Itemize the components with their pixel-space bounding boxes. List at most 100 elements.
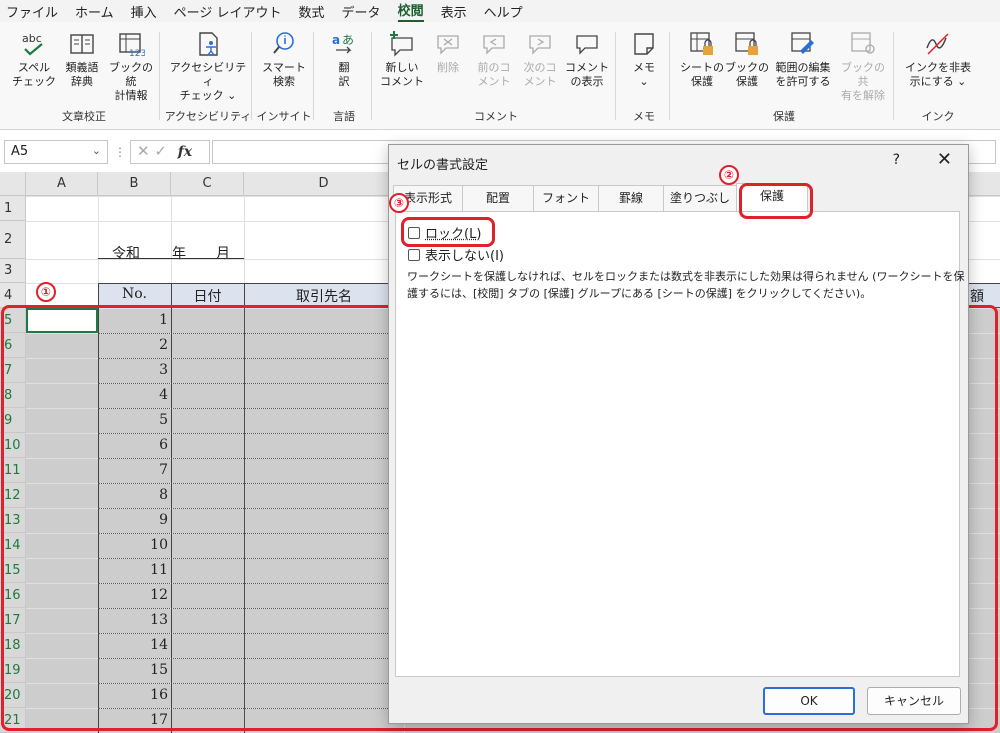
menu-insert[interactable]: 挿入 (131, 2, 157, 21)
new-comment-button[interactable]: 新しい コメント (380, 30, 424, 89)
menu-help[interactable]: ヘルプ (484, 2, 523, 21)
accessibility-icon (199, 32, 218, 56)
group-separator (251, 32, 252, 120)
menu-data[interactable]: データ (342, 2, 381, 21)
group-label-ink: インク (921, 110, 955, 123)
tab-alignment[interactable]: 配置 (462, 185, 534, 211)
tab-fill[interactable]: 塗りつぶし (663, 185, 737, 211)
close-icon[interactable]: ✕ (937, 149, 952, 170)
note-icon (634, 33, 654, 55)
ribbon-group-notes: メモ ⌄ メモ (618, 26, 670, 126)
translate-button[interactable]: aあ 翻 訳 (322, 30, 366, 89)
menu-view[interactable]: 表示 (441, 2, 467, 21)
annotation-badge-3: ③ (389, 193, 409, 213)
confirm-entry-icon[interactable]: ✓ (154, 142, 167, 160)
hide-ink-icon (926, 33, 949, 55)
column-header-a[interactable]: A (26, 172, 98, 196)
protect-workbook-button[interactable]: ブックの 保護 (724, 30, 770, 89)
row-header-3[interactable]: 3 (0, 259, 26, 283)
annotation-badge-1: ① (36, 282, 56, 302)
title-reiwa: 令和 (112, 246, 140, 262)
spellcheck-button[interactable]: abc スペル チェック (12, 30, 56, 89)
menu-review[interactable]: 校閲 (397, 0, 424, 22)
dialog-title: セルの書式設定 (397, 158, 489, 173)
unshare-workbook-icon (851, 32, 875, 54)
abc-spellcheck-icon: abc (22, 32, 43, 56)
thesaurus-button[interactable]: 類義語 辞典 (60, 30, 104, 89)
name-box[interactable]: A5 ⌄ (4, 140, 108, 164)
group-label-language: 言語 (333, 110, 355, 123)
menu-home[interactable]: ホーム (75, 2, 114, 21)
column-header-c[interactable]: C (171, 172, 244, 196)
show-comments-button[interactable]: コメント の表示 (562, 30, 612, 89)
chevron-down-icon[interactable]: ⌄ (92, 144, 101, 157)
group-separator (893, 32, 894, 120)
group-label-protect: 保護 (773, 110, 795, 123)
allow-edit-ranges-button[interactable]: 範囲の編集 を許可する (770, 30, 836, 89)
ribbon-group-language: aあ 翻 訳 言語 (316, 26, 372, 126)
annotation-lock-outline (401, 217, 495, 247)
group-label-insights: インサイト (256, 110, 312, 123)
ribbon-group-comments: 新しい コメント 削除 前のコ メント 次のコ メント コメント の表示 コメン… (376, 26, 616, 126)
select-all-corner[interactable] (0, 172, 26, 196)
thesaurus-book-icon (70, 34, 94, 54)
group-label-notes: メモ (633, 110, 655, 123)
ribbon-group-accessibility: アクセシビリティ チェック ⌄ アクセシビリティ (164, 26, 252, 126)
hidden-label[interactable]: 表示しない(I) (425, 245, 504, 264)
unshare-workbook-button[interactable]: ブックの共 有を解除 (836, 30, 890, 103)
next-comment-button[interactable]: 次のコ メント (518, 30, 562, 89)
notes-button[interactable]: メモ ⌄ (622, 30, 666, 89)
tab-font[interactable]: フォント (533, 185, 599, 211)
name-box-value: A5 (11, 144, 29, 159)
formula-bar-grip-icon[interactable]: ⋮ (114, 145, 126, 159)
smart-lookup-button[interactable]: スマート 検索 (258, 30, 310, 89)
hidden-checkbox[interactable] (408, 249, 420, 261)
cancel-button[interactable]: キャンセル (867, 687, 961, 715)
allow-edit-ranges-icon (791, 32, 814, 54)
show-comments-icon (576, 35, 598, 55)
ribbon: abc スペル チェック 類義語 辞典 123 ブックの統 計情報 文章校正 ア… (0, 22, 1000, 130)
protect-sheet-icon (690, 32, 713, 55)
row-header-2[interactable]: 2 (0, 221, 26, 259)
workbook-statistics-button[interactable]: 123 ブックの統 計情報 (106, 30, 156, 103)
image-artifact (621, 398, 647, 403)
ribbon-group-protect: シートの 保護 ブックの 保護 範囲の編集 を許可する ブックの共 有を解除 保… (674, 26, 894, 126)
menu-file[interactable]: ファイル (6, 2, 58, 21)
cancel-entry-icon[interactable]: ✕ (137, 142, 150, 160)
svg-text:あ: あ (342, 33, 354, 47)
previous-comment-button[interactable]: 前のコ メント (472, 30, 516, 89)
accessibility-check-button[interactable]: アクセシビリティ チェック ⌄ (166, 30, 250, 103)
menu-formulas[interactable]: 数式 (299, 2, 325, 21)
svg-text:abc: abc (22, 32, 42, 45)
new-comment-icon (390, 31, 413, 57)
protect-sheet-button[interactable]: シートの 保護 (676, 30, 728, 89)
annotation-protection-tab-outline (739, 183, 813, 219)
column-header-b[interactable]: B (98, 172, 171, 196)
tab-border[interactable]: 罫線 (598, 185, 664, 211)
delete-comment-button[interactable]: 削除 (426, 30, 470, 75)
menu-bar: ファイル ホーム 挿入 ページ レイアウト 数式 データ 校閲 表示 ヘルプ (0, 0, 1000, 22)
ok-button[interactable]: OK (763, 687, 855, 715)
group-separator (371, 32, 372, 120)
insert-function-icon[interactable]: fx (178, 144, 192, 160)
group-label-accessibility: アクセシビリティ (164, 110, 252, 123)
group-separator (159, 32, 160, 120)
column-header-d[interactable]: D (244, 172, 404, 196)
title-underline (98, 258, 244, 259)
group-separator (669, 32, 670, 120)
formula-buttons: ✕ ✓ fx (130, 140, 210, 164)
title-year: 年 (172, 246, 186, 262)
help-icon[interactable]: ? (893, 152, 900, 168)
protect-workbook-icon (735, 32, 758, 55)
row-header-1[interactable]: 1 (0, 196, 26, 221)
ribbon-group-ink: インクを非表 示にする ⌄ インク (898, 26, 978, 126)
format-cells-dialog: セルの書式設定 ? ✕ 表示形式 配置 フォント 罫線 塗りつぶし 保護 ロック… (388, 144, 969, 724)
ribbon-group-proofing: abc スペル チェック 類義語 辞典 123 ブックの統 計情報 文章校正 (8, 26, 160, 126)
group-separator (615, 32, 616, 120)
image-artifact (787, 301, 927, 306)
translate-icon: aあ (332, 33, 354, 54)
protection-description: ワークシートを保護しなければ、セルをロックまたは数式を非表示にした効果は得られま… (407, 270, 965, 300)
hide-ink-button[interactable]: インクを非表 示にする ⌄ (902, 30, 974, 89)
menu-page-layout[interactable]: ページ レイアウト (174, 2, 282, 21)
next-comment-icon (529, 35, 551, 55)
